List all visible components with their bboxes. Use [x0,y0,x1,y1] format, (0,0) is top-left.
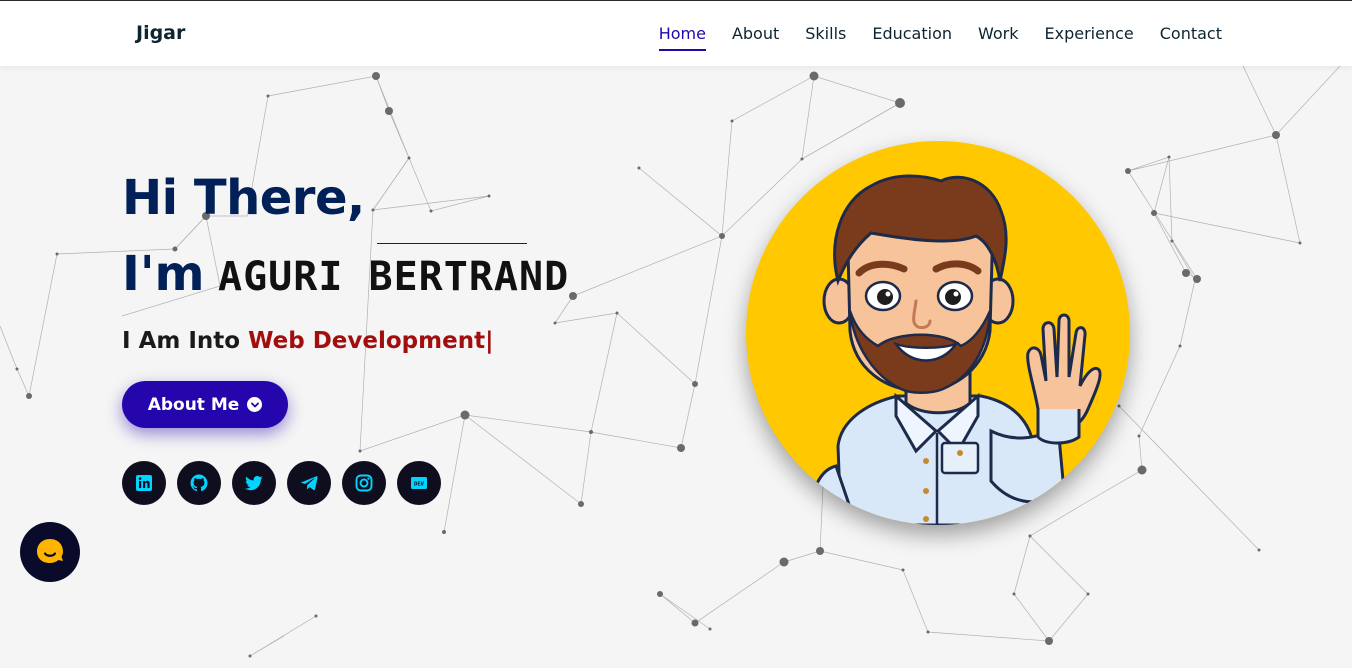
linkedin-link[interactable] [122,461,166,505]
github-icon [190,474,208,492]
hero-greeting: Hi There, [122,170,365,226]
nav-item-contact[interactable]: Contact [1160,24,1222,51]
main-nav: Home About Skills Education Work Experie… [633,24,1222,51]
github-link[interactable] [177,461,221,505]
nav-item-education[interactable]: Education [872,24,952,51]
hero-iam: I'm [122,246,205,302]
instagram-icon [355,474,373,492]
about-me-label: About Me [147,394,240,415]
twitter-link[interactable] [232,461,276,505]
navbar: Jigar Home About Skills Education Work E… [0,0,1352,66]
instagram-link[interactable] [342,461,386,505]
tagline-typed-text: Web Development| [248,328,494,354]
profile-avatar [746,141,1130,525]
nav-item-experience[interactable]: Experience [1045,24,1134,51]
telegram-icon [300,476,318,491]
social-links: DEV [122,461,441,505]
typing-cursor-line [377,243,527,244]
bitmoji-illustration [809,174,1102,525]
nav-item-about[interactable]: About [732,24,779,51]
twitter-icon [245,476,263,491]
hero-tagline: I Am Into Web Development| [122,328,493,354]
tagline-prefix: I Am Into [122,328,249,354]
arrow-down-circle-icon [247,397,263,412]
svg-text:DEV: DEV [414,481,425,487]
telegram-link[interactable] [287,461,331,505]
about-me-button[interactable]: About Me [122,381,288,428]
dev-link[interactable]: DEV [397,461,441,505]
nav-item-skills[interactable]: Skills [805,24,846,51]
linkedin-icon [136,475,152,491]
dev-icon: DEV [411,477,427,489]
nav-item-work[interactable]: Work [978,24,1019,51]
hero-name: AGURI BERTRAND [218,254,570,300]
nav-item-home[interactable]: Home [658,24,706,51]
hero-section: Hi There, I'm AGURI BERTRAND I Am Into W… [0,66,1352,668]
brand-logo[interactable]: Jigar [136,22,185,44]
